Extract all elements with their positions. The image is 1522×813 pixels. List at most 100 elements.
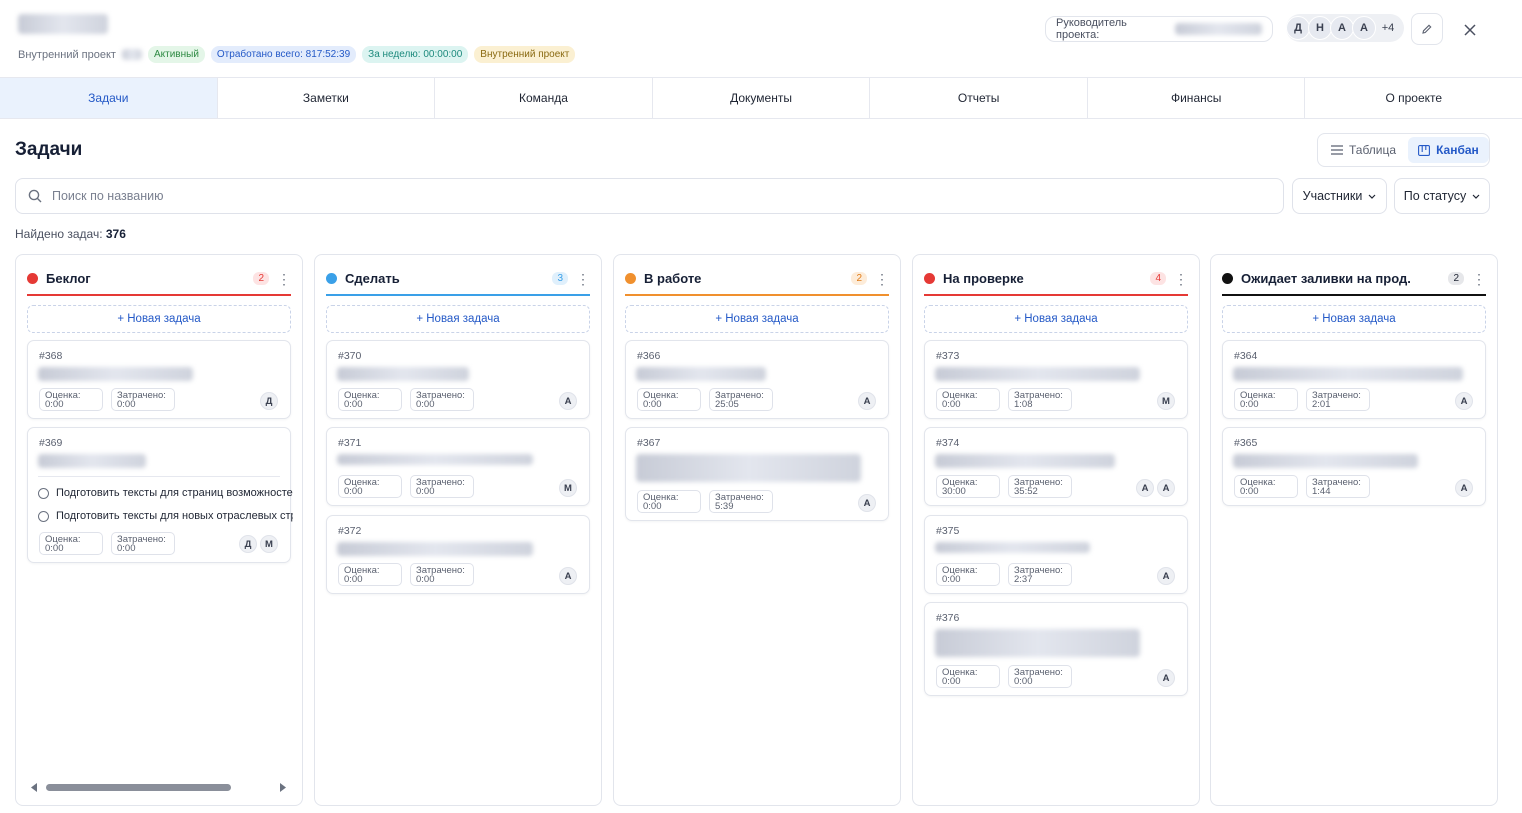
task-card[interactable]: #376 Оценка: 0:00 Затрачено: 0:00 А [924,602,1188,696]
avatar[interactable]: А [858,392,876,410]
task-card[interactable]: #370 Оценка: 0:00 Затрачено: 0:00 А [326,340,590,419]
search-input[interactable] [52,189,1252,203]
avatar[interactable]: А [559,567,577,585]
team-avatars[interactable]: Д Н А А +4 [1286,14,1404,42]
new-task-button[interactable]: + Новая задача [924,305,1188,333]
avatar[interactable]: А [858,494,876,512]
task-card[interactable]: #365 Оценка: 0:00 Затрачено: 1:44 А [1222,427,1486,506]
edit-button[interactable] [1411,13,1443,45]
estimate-field[interactable]: Оценка: 0:00 [1234,388,1298,411]
kanban-view-button[interactable]: Канбан [1408,137,1489,163]
estimate-field[interactable]: Оценка: 30:00 [936,475,1000,498]
project-lead[interactable]: Руководитель проекта: [1045,16,1273,42]
tab-team[interactable]: Команда [435,78,653,118]
estimate-field[interactable]: Оценка: 0:00 [936,388,1000,411]
more-icon[interactable]: ⋮ [1472,272,1486,286]
more-icon[interactable]: ⋮ [875,272,889,286]
estimate-field[interactable]: Оценка: 0:00 [637,388,701,411]
checklist-item[interactable]: Подготовить тексты для новых отраслевых … [38,510,293,522]
spent-field[interactable]: Затрачено: 0:00 [410,563,474,586]
avatar[interactable]: А [1455,392,1473,410]
avatar[interactable]: А [1455,479,1473,497]
avatar[interactable]: А [1136,479,1154,497]
more-icon[interactable]: ⋮ [1174,272,1188,286]
status-filter[interactable]: По статусу [1394,178,1490,214]
spent-field[interactable]: Затрачено: 2:01 [1306,388,1370,411]
close-button[interactable] [1458,18,1482,42]
task-card[interactable]: #375 Оценка: 0:00 Затрачено: 2:37 А [924,515,1188,594]
spent-field[interactable]: Затрачено: 25:05 [709,388,773,411]
avatar[interactable]: Д [260,392,278,410]
spent-field[interactable]: Затрачено: 0:00 [410,388,474,411]
avatar[interactable]: М [260,535,278,553]
avatar[interactable]: А [1157,669,1175,687]
estimate-field[interactable]: Оценка: 0:00 [39,388,103,411]
spent-field[interactable]: Затрачено: 2:37 [1008,563,1072,586]
tab-about[interactable]: О проекте [1305,78,1522,118]
estimate-field[interactable]: Оценка: 0:00 [637,490,701,513]
estimate-field[interactable]: Оценка: 0:00 [338,475,402,498]
avatar[interactable]: М [559,479,577,497]
kanban-column: В работе 2 ⋮ + Новая задача #366 Оценка:… [613,254,901,806]
spent-field[interactable]: Затрачено: 35:52 [1008,475,1072,498]
assignees: А [559,392,577,410]
kanban-column: Ожидает заливки на прод. 2 ⋮ + Новая зад… [1210,254,1498,806]
spent-field[interactable]: Затрачено: 1:08 [1008,388,1072,411]
more-icon[interactable]: ⋮ [277,272,291,286]
avatar[interactable]: А [1157,567,1175,585]
scroll-right-icon[interactable] [279,783,287,792]
estimate-field[interactable]: Оценка: 0:00 [1234,475,1298,498]
checklist-item[interactable]: Подготовить тексты для страниц возможнос… [38,487,293,499]
spent-field[interactable]: Затрачено: 0:00 [410,475,474,498]
members-filter[interactable]: Участники [1292,178,1387,214]
new-task-button[interactable]: + Новая задача [326,305,590,333]
avatar[interactable]: Д [1286,16,1310,40]
task-card[interactable]: #368 Оценка: 0:00 Затрачено: 0:00 Д [27,340,291,419]
checkbox-icon[interactable] [38,510,49,522]
tab-finance[interactable]: Финансы [1088,78,1306,118]
assignees: АА [1136,479,1175,497]
estimate-field[interactable]: Оценка: 0:00 [936,665,1000,688]
avatar[interactable]: А [1157,479,1175,497]
new-task-button[interactable]: + Новая задача [27,305,291,333]
more-icon[interactable]: ⋮ [576,272,590,286]
task-title-redacted [1233,367,1463,381]
avatar[interactable]: М [1157,392,1175,410]
avatar[interactable]: А [559,392,577,410]
avatar[interactable]: А [1352,16,1376,40]
table-view-button[interactable]: Таблица [1321,137,1406,163]
task-card[interactable]: #374 Оценка: 30:00 Затрачено: 35:52 АА [924,427,1188,506]
avatar[interactable]: Д [239,535,257,553]
scroll-left-icon[interactable] [30,783,38,792]
tab-reports[interactable]: Отчеты [870,78,1088,118]
tab-documents[interactable]: Документы [653,78,871,118]
more-members[interactable]: +4 [1374,16,1402,40]
task-card[interactable]: #364 Оценка: 0:00 Затрачено: 2:01 А [1222,340,1486,419]
spent-field[interactable]: Затрачено: 0:00 [111,532,175,555]
checkbox-icon[interactable] [38,487,49,499]
estimate-field[interactable]: Оценка: 0:00 [39,532,103,555]
task-card[interactable]: #367 Оценка: 0:00 Затрачено: 5:39 А [625,427,889,521]
tab-notes[interactable]: Заметки [218,78,436,118]
assignees: А [858,392,876,410]
new-task-button[interactable]: + Новая задача [625,305,889,333]
estimate-field[interactable]: Оценка: 0:00 [338,388,402,411]
task-card[interactable]: #366 Оценка: 0:00 Затрачено: 25:05 А [625,340,889,419]
avatar[interactable]: А [1330,16,1354,40]
task-card[interactable]: #371 Оценка: 0:00 Затрачено: 0:00 М [326,427,590,506]
new-task-button[interactable]: + Новая задача [1222,305,1486,333]
tab-tasks[interactable]: Задачи [0,78,218,118]
horizontal-scrollbar[interactable] [30,782,290,792]
estimate-field[interactable]: Оценка: 0:00 [936,563,1000,586]
task-card[interactable]: #373 Оценка: 0:00 Затрачено: 1:08 М [924,340,1188,419]
spent-field[interactable]: Затрачено: 0:00 [111,388,175,411]
task-card[interactable]: #369 Подготовить тексты для страниц возм… [27,427,293,563]
task-card[interactable]: #372 Оценка: 0:00 Затрачено: 0:00 А [326,515,590,594]
column-header: В работе 2 ⋮ [625,263,889,296]
spent-field[interactable]: Затрачено: 1:44 [1306,475,1370,498]
spent-field[interactable]: Затрачено: 0:00 [1008,665,1072,688]
spent-field[interactable]: Затрачено: 5:39 [709,490,773,513]
estimate-field[interactable]: Оценка: 0:00 [338,563,402,586]
scrollbar-thumb[interactable] [46,784,231,791]
avatar[interactable]: Н [1308,16,1332,40]
